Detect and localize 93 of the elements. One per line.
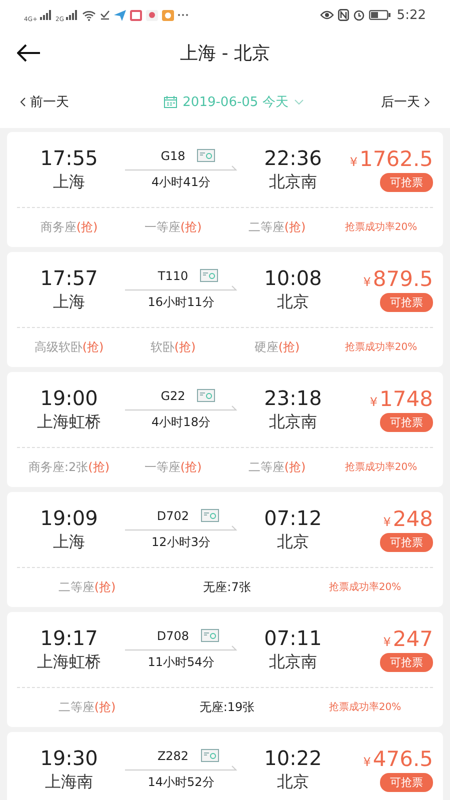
arrival-time: 23:18: [264, 386, 322, 410]
arrival-station: 北京南: [269, 172, 317, 193]
back-icon[interactable]: [17, 44, 41, 62]
arrival-time: 07:12: [264, 506, 322, 530]
check-icon: [100, 10, 110, 20]
nfc-icon: [338, 9, 349, 21]
travel-duration: 14小时52分: [148, 774, 214, 790]
seat-class: 软卧(抢): [149, 338, 197, 356]
seat-class: 二等座(抢): [247, 458, 307, 476]
arrival-time: 22:36: [264, 146, 322, 170]
app-icon: [146, 10, 158, 20]
departure-time: 19:17: [40, 626, 98, 650]
departure-time: 19:30: [40, 746, 98, 770]
signal-icon: [40, 10, 52, 20]
seat-class: 商务座:2张(抢): [27, 458, 111, 476]
id-card-icon: [201, 629, 220, 642]
seat-class: 商务座(抢): [39, 218, 99, 236]
ticket-price: ¥248: [383, 507, 433, 531]
departure-time: 19:09: [40, 506, 98, 530]
success-rate: 抢票成功率20%: [344, 460, 418, 474]
seat-class: 一等座(抢): [143, 458, 203, 476]
id-card-icon: [197, 149, 216, 162]
departure-time: 17:55: [40, 146, 98, 170]
signal-icon: [66, 10, 78, 20]
travel-duration: 16小时11分: [148, 294, 214, 310]
train-number: G22: [160, 388, 186, 402]
id-card-icon: [200, 269, 218, 282]
train-card[interactable]: 19:17 上海虹桥 D708 11小时54分 07:11 北京南 ¥247 可抢票 二等座(抢) 无座:19张 抢票成功率20%: [7, 612, 443, 727]
seat-class: 硬座(抢): [253, 338, 301, 356]
wifi-icon: [82, 10, 96, 20]
next-day-link[interactable]: 后一天: [381, 93, 430, 111]
chevron-left-icon: [20, 97, 26, 107]
train-card[interactable]: 17:57 上海 T110 16小时11分 10:08 北京 ¥879.5 可抢票 高级软卧(抢) 软卧(抢) 硬座(抢) 抢票成功率20%: [7, 252, 443, 367]
departure-station: 上海南: [45, 772, 93, 793]
ticket-price: ¥1748: [370, 387, 433, 411]
arrival-time: 10:22: [264, 746, 322, 770]
train-number: Z282: [157, 748, 189, 762]
success-rate: 抢票成功率20%: [344, 340, 418, 354]
departure-station: 上海: [53, 532, 85, 553]
calendar-icon: [164, 96, 177, 108]
arrival-station: 北京: [277, 532, 309, 553]
travel-duration: 4小时18分: [152, 414, 210, 430]
arrival-station: 北京南: [269, 412, 317, 433]
eye-icon: [320, 10, 334, 20]
arrival-station: 北京: [277, 292, 309, 313]
train-card[interactable]: 19:00 上海虹桥 G22 4小时18分 23:18 北京南 ¥1748 可抢票 商务座:2张(抢) 一等座(抢) 二等座(抢) 抢票成功率20%: [7, 372, 443, 487]
train-card[interactable]: 17:55 上海 G18 4小时41分 22:36 北京南 ¥1762.5 可抢票 商务座(抢) 一等座(抢) 二等座(抢) 抢票成功率20%: [7, 132, 443, 247]
id-card-icon: [200, 749, 219, 762]
train-number: T110: [158, 268, 188, 282]
travel-duration: 12小时3分: [152, 534, 210, 550]
seat-class: 一等座(抢): [143, 218, 203, 236]
battery-icon: [368, 10, 391, 20]
seat-class: 二等座(抢): [247, 218, 307, 236]
arrival-time: 10:08: [264, 266, 322, 290]
paper-plane-icon: [114, 10, 126, 20]
ticket-price: ¥1762.5: [350, 147, 433, 171]
departure-station: 上海: [53, 292, 85, 313]
arrival-station: 北京: [277, 772, 309, 793]
travel-duration: 4小时41分: [152, 174, 210, 190]
departure-station: 上海: [53, 172, 85, 193]
alarm-icon: [352, 9, 365, 21]
train-number: G18: [160, 148, 186, 162]
more-icon: [178, 13, 188, 17]
travel-duration: 11小时54分: [148, 654, 214, 670]
seat-class: 二等座(抢): [57, 698, 117, 716]
previous-day-link[interactable]: 前一天: [20, 93, 69, 111]
id-card-icon: [197, 389, 216, 402]
success-rate: 抢票成功率20%: [328, 700, 402, 714]
arrival-station: 北京南: [269, 652, 317, 673]
departure-station: 上海虹桥: [37, 652, 101, 673]
arrival-time: 07:11: [264, 626, 322, 650]
app-icon: [162, 10, 174, 20]
id-card-icon: [201, 509, 220, 522]
seat-class: 高级软卧(抢): [33, 338, 105, 356]
seat-class: 无座:7张: [202, 578, 252, 596]
departure-time: 17:57: [40, 266, 98, 290]
ticket-price: ¥247: [383, 627, 433, 651]
page-title: 上海 - 北京: [180, 42, 270, 65]
train-number: D702: [156, 508, 190, 522]
success-rate: 抢票成功率20%: [328, 580, 402, 594]
departure-time: 19:00: [40, 386, 98, 410]
train-number: D708: [156, 628, 190, 642]
ticket-price: ¥476.5: [363, 747, 433, 771]
departure-station: 上海虹桥: [37, 412, 101, 433]
clock-time: 5:22: [396, 8, 426, 22]
train-card[interactable]: 19:09 上海 D702 12小时3分 07:12 北京 ¥248 可抢票 二等座(抢) 无座:7张 抢票成功率20%: [7, 492, 443, 607]
seat-class: 无座:19张: [198, 698, 256, 716]
chevron-down-icon: [294, 99, 304, 105]
success-rate: 抢票成功率20%: [344, 220, 418, 234]
seat-class: 二等座(抢): [57, 578, 117, 596]
ticket-price: ¥879.5: [363, 267, 433, 291]
chevron-right-icon: [424, 97, 430, 107]
train-card[interactable]: 19:30 上海南 Z282 14小时52分 10:22 北京 ¥476.5 可抢票: [7, 732, 443, 800]
